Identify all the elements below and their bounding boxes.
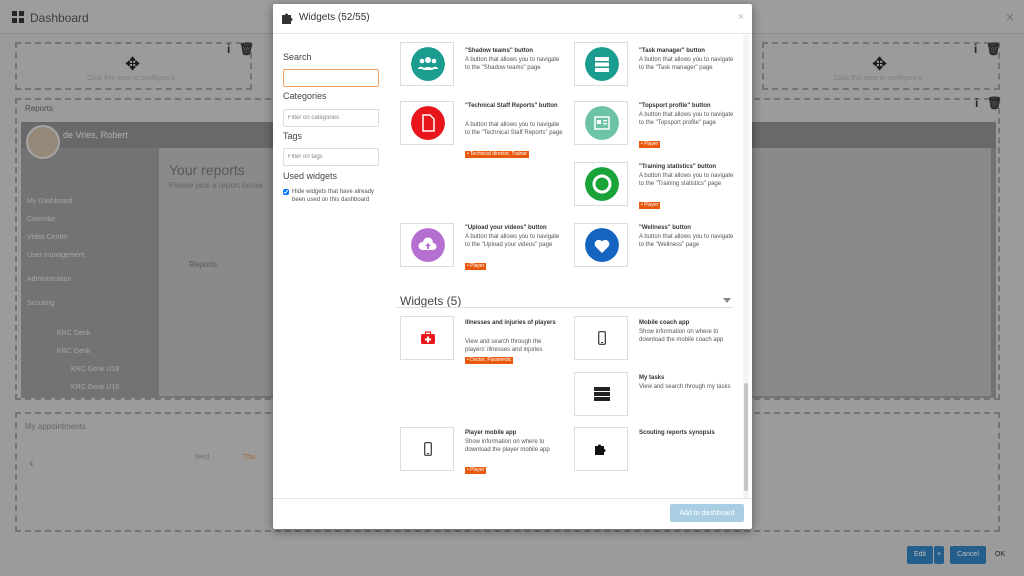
widget-tile-mobile-coach-app[interactable] — [574, 316, 628, 360]
role-tag: • Player — [465, 467, 487, 474]
role-tag: • Technical director, Trainer — [465, 151, 530, 158]
search-label: Search — [283, 52, 312, 62]
widget-description: A button that allows you to navigate to … — [639, 173, 734, 187]
people-icon — [411, 47, 445, 81]
widget-tile-technical-staff-reports[interactable] — [400, 101, 454, 145]
section-divider — [397, 307, 733, 308]
mobile-icon — [424, 442, 432, 456]
close-icon[interactable]: × — [738, 11, 744, 23]
role-tag: • Doctor, Paramedic — [465, 357, 514, 364]
widget-tile-upload-videos[interactable] — [400, 223, 454, 267]
widget-tile-scouting-reports-synopsis[interactable] — [574, 427, 628, 471]
widget-title: "Technical Staff Reports" button — [465, 103, 558, 109]
widget-tile-my-tasks[interactable] — [574, 372, 628, 416]
role-tag: • Player — [465, 263, 487, 270]
widget-title: "Task manager" button — [639, 48, 705, 54]
widget-tile-topsport-profile[interactable] — [574, 101, 628, 145]
widget-tile-task-manager[interactable] — [574, 42, 628, 86]
server-icon — [585, 47, 619, 81]
widget-description: A button that allows you to navigate to … — [465, 57, 560, 71]
widget-description: View and search through my tasks — [639, 384, 731, 390]
widget-tile-shadow-teams[interactable] — [400, 42, 454, 86]
widget-title: Scouting reports synopsis — [639, 430, 715, 436]
widget-description: A button that allows you to navigate to … — [639, 57, 734, 71]
widget-title: "Topsport profile" button — [639, 103, 711, 109]
widget-description: A button that allows you to navigate to … — [639, 234, 734, 248]
tags-label: Tags — [283, 131, 303, 141]
widget-title: "Wellness" button — [639, 225, 691, 231]
widget-description: A button that allows you to navigate to … — [465, 234, 560, 248]
widget-list-scrollbar[interactable] — [743, 35, 749, 498]
role-tag: • Player — [639, 141, 661, 148]
widget-description: Show information on where to download th… — [639, 329, 724, 343]
widget-tile-player-mobile-app[interactable] — [400, 427, 454, 471]
hide-used-label: Hide widgets that have already been used… — [292, 189, 375, 203]
widget-list: "Shadow teams" button A button that allo… — [385, 35, 744, 498]
widget-description: A button that allows you to navigate to … — [639, 112, 734, 126]
puzzle-icon — [595, 444, 606, 455]
document-icon — [411, 106, 445, 140]
puzzle-icon — [282, 13, 293, 24]
server-icon — [594, 387, 610, 401]
widget-title: My tasks — [639, 375, 665, 381]
modal-title: Widgets (52/55) — [299, 12, 370, 23]
hide-used-checkbox[interactable] — [283, 189, 289, 195]
search-input[interactable] — [283, 69, 379, 87]
widget-description: View and search through the players' ill… — [465, 339, 543, 353]
widget-description: A button that allows you to navigate to … — [465, 122, 563, 136]
widget-title: "Shadow teams" button — [465, 48, 534, 54]
widget-tile-training-statistics[interactable] — [574, 162, 628, 206]
tags-input[interactable] — [283, 148, 379, 166]
medkit-icon — [421, 331, 435, 344]
widget-tile-wellness[interactable] — [574, 223, 628, 267]
widget-title: Mobile coach app — [639, 320, 690, 326]
id-card-icon — [585, 106, 619, 140]
scrollbar-thumb[interactable] — [744, 383, 748, 491]
lifebuoy-icon — [585, 167, 619, 201]
categories-input[interactable] — [283, 109, 379, 127]
mobile-icon — [598, 331, 606, 345]
widget-title: "Training statistics" button — [639, 164, 717, 170]
widgets-modal: Widgets (52/55) × Search Categories Tags… — [273, 4, 752, 529]
widget-title: "Upload your videos" button — [465, 225, 547, 231]
categories-label: Categories — [283, 91, 327, 101]
chevron-down-icon[interactable] — [723, 298, 731, 303]
widget-title: Player mobile app — [465, 430, 517, 436]
role-tag: • Player — [639, 202, 661, 209]
modal-header: Widgets (52/55) × — [273, 4, 752, 34]
modal-footer: Add to dashboard — [273, 498, 752, 529]
add-to-dashboard-button[interactable]: Add to dashboard — [670, 504, 744, 522]
cloud-upload-icon — [411, 228, 445, 262]
heart-icon — [585, 228, 619, 262]
widget-tile-illnesses-injuries[interactable] — [400, 316, 454, 360]
widget-description: Show information on where to download th… — [465, 439, 550, 453]
widget-title: Illnesses and injuries of players — [465, 320, 556, 326]
widgets-section-title: Widgets (5) — [400, 294, 462, 308]
used-widgets-label: Used widgets — [283, 171, 338, 181]
